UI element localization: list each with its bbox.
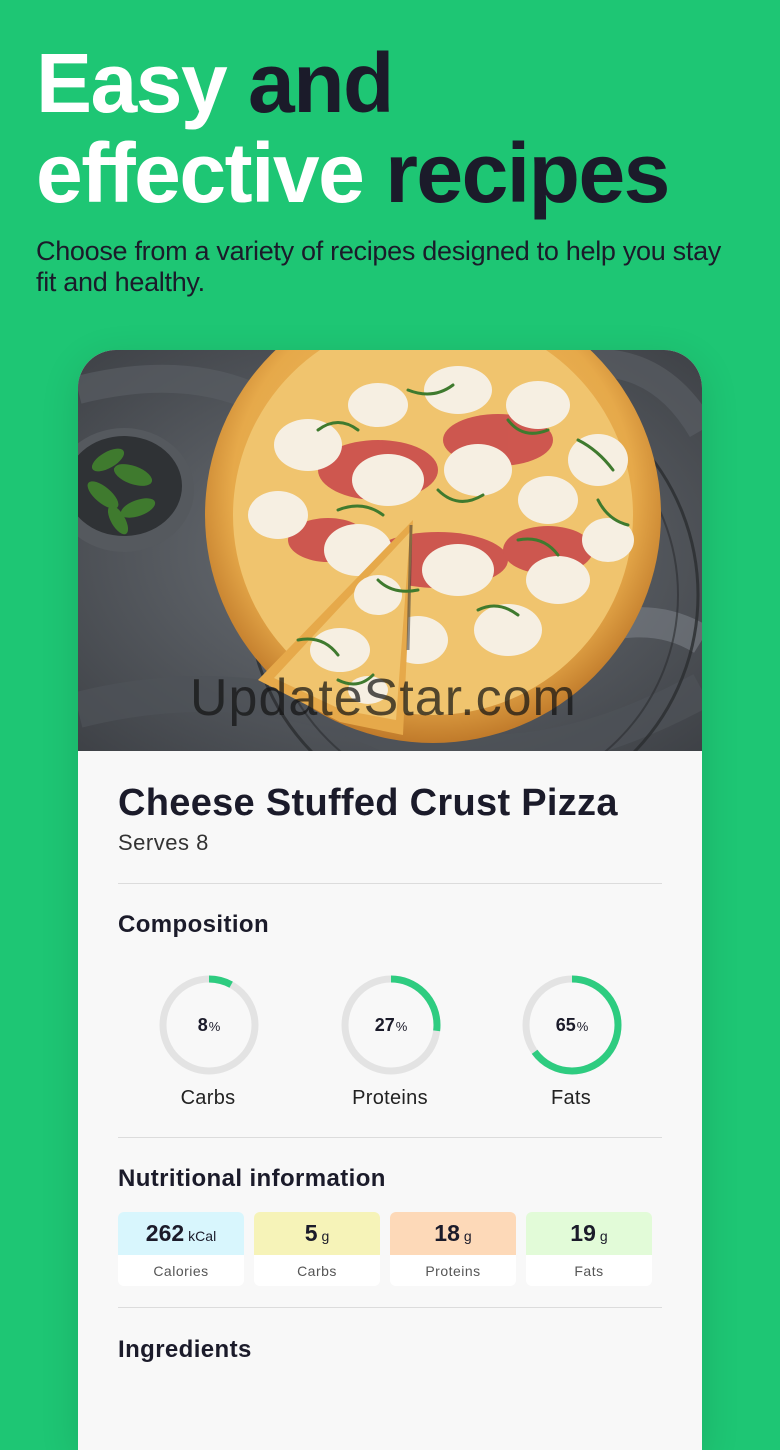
fats-percent-unit: % — [576, 1019, 589, 1034]
fats-grams-value: 19 — [570, 1220, 596, 1246]
fats-tile-top: 19 g — [526, 1212, 652, 1255]
fats-tile-label: Fats — [526, 1255, 652, 1286]
proteins-tile: 18 g Proteins — [390, 1212, 516, 1286]
watermark: UpdateStar.com — [190, 669, 577, 727]
headline-word-easy: Easy — [36, 36, 228, 130]
carbs-tile: 5g Carbs — [254, 1212, 380, 1286]
serves-label: Serves 8 — [118, 830, 209, 855]
fats-ring: 65% — [520, 973, 624, 1077]
headline-word-and: and — [248, 36, 394, 130]
proteins-percent-value: 27 — [374, 1014, 395, 1035]
proteins-label: Proteins — [352, 1087, 428, 1109]
proteins-percent-unit: % — [395, 1019, 408, 1034]
proteins-tile-label: Proteins — [390, 1255, 516, 1286]
calories-value: 262 — [145, 1220, 185, 1246]
fats-grams-unit: g — [599, 1228, 608, 1244]
recipe-card[interactable]: UpdateStar.com Cheese Stuffed Crust Pizz… — [78, 350, 702, 1450]
calories-unit: kCal — [188, 1228, 217, 1244]
calories-label: Calories — [118, 1255, 244, 1286]
calories-tile-top: 262 kCal — [118, 1212, 244, 1255]
composition-heading: Composition — [118, 911, 270, 938]
proteins-grams-value: 18 — [434, 1220, 460, 1246]
proteins-ring: 27% — [339, 973, 443, 1077]
carbs-label: Carbs — [180, 1087, 236, 1109]
carbs-grams-value: 5 — [304, 1220, 318, 1246]
subtitle: Choose from a variety of recipes designe… — [36, 236, 721, 297]
carbs-percent-value: 8 — [197, 1014, 208, 1035]
carbs-grams-unit: g — [321, 1228, 330, 1244]
fats-tile: 19 g Fats — [526, 1212, 652, 1286]
headline-word-effective: effective — [36, 126, 365, 220]
proteins-tile-top: 18 g — [390, 1212, 516, 1255]
divider — [118, 1137, 662, 1138]
carbs-tile-top: 5g — [254, 1212, 380, 1255]
fats-percent-value: 65 — [555, 1014, 576, 1035]
nutrition-heading: Nutritional information — [118, 1165, 386, 1192]
proteins-grams-unit: g — [463, 1228, 472, 1244]
carbs-percent-unit: % — [208, 1019, 221, 1034]
divider — [118, 1307, 662, 1308]
divider — [118, 883, 662, 884]
carbs-ring: 8% — [157, 973, 261, 1077]
headline-word-recipes: recipes — [385, 126, 670, 220]
headline: Easy and effective recipes — [36, 36, 670, 220]
fats-label: Fats — [550, 1087, 592, 1109]
recipe-title: Cheese Stuffed Crust Pizza — [118, 782, 618, 824]
calories-tile: 262 kCal Calories — [118, 1212, 244, 1286]
ingredients-heading: Ingredients — [118, 1336, 252, 1363]
carbs-tile-label: Carbs — [254, 1255, 380, 1286]
